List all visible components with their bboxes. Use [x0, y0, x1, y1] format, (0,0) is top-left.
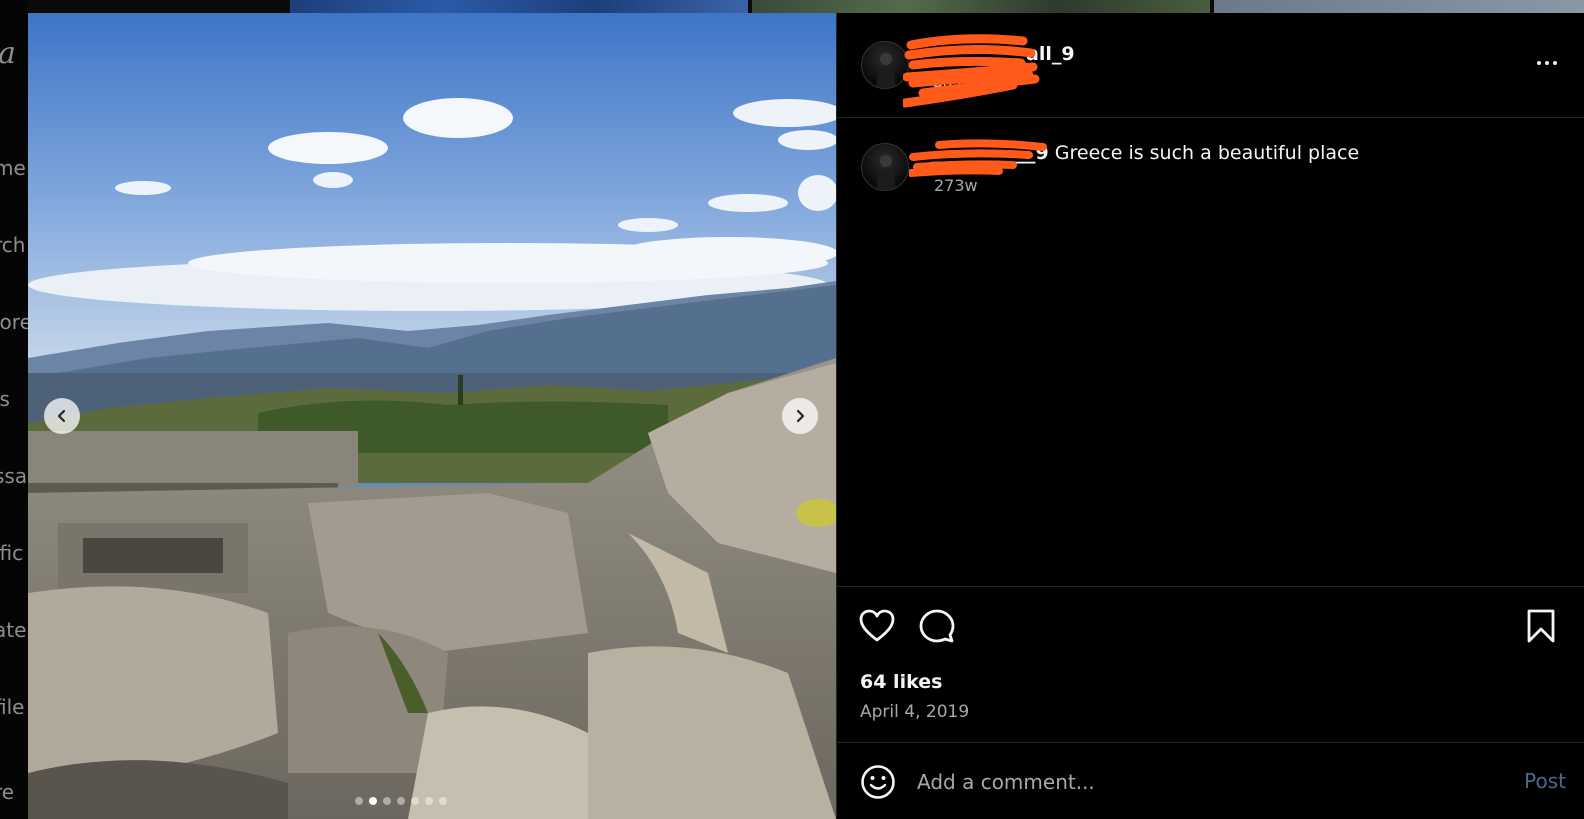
- post-date[interactable]: April 4, 2019: [860, 702, 969, 722]
- caption-username[interactable]: ___________9: [931, 142, 1049, 164]
- profile-photo: [876, 53, 896, 88]
- caption-avatar[interactable]: [861, 143, 909, 191]
- sidebar-item-notifications[interactable]: ific: [0, 541, 23, 565]
- comment-bubble-icon[interactable]: [919, 609, 955, 645]
- sidebar-item-reels[interactable]: ls: [0, 387, 10, 411]
- carousel-indicator: [28, 797, 805, 805]
- comment-input[interactable]: [917, 763, 1477, 801]
- grid-thumbnail: [752, 0, 1210, 13]
- post-actions: 64 likes April 4, 2019: [837, 586, 1584, 742]
- sidebar-item-explore[interactable]: lore: [0, 310, 28, 334]
- more-options-button[interactable]: [1532, 53, 1562, 73]
- carousel-next-button[interactable]: [782, 398, 818, 434]
- carousel-dot: [411, 797, 419, 805]
- carousel-dot: [355, 797, 363, 805]
- emoji-smile-icon[interactable]: [860, 764, 896, 800]
- heart-icon[interactable]: [859, 609, 895, 643]
- more-dot: [1553, 61, 1557, 65]
- sidebar-item-search[interactable]: rch: [0, 233, 25, 257]
- profile-photo: [876, 155, 896, 190]
- carousel-dot: [425, 797, 433, 805]
- post-detail-panel: __________all_9 Greece ___________9 Gree…: [836, 13, 1584, 819]
- caption-body: Greece is such a beautiful place: [1048, 142, 1360, 164]
- carousel-prev-button[interactable]: [44, 398, 80, 434]
- carousel-dot: [397, 797, 405, 805]
- sidebar-item-home[interactable]: me: [0, 156, 26, 180]
- likes-count[interactable]: 64 likes: [860, 671, 942, 693]
- landscape-image: [28, 13, 836, 819]
- carousel-dot: [369, 797, 377, 805]
- carousel-dot: [383, 797, 391, 805]
- post-username[interactable]: __________all_9: [931, 43, 1075, 65]
- caption-text: ___________9 Greece is such a beautiful …: [931, 142, 1359, 164]
- chevron-left-icon: [57, 409, 66, 423]
- more-horizontal-icon: [1537, 61, 1541, 65]
- grid-thumbnail: [28, 0, 286, 13]
- post-comment-button[interactable]: Post: [1524, 769, 1566, 793]
- grid-thumbnail: [290, 0, 748, 13]
- sidebar-nav: a me rch lore ls ssa ific ate file re: [0, 0, 28, 819]
- add-comment-bar: Post: [837, 742, 1584, 819]
- sidebar-item-messages[interactable]: ssa: [0, 464, 27, 488]
- post-photo[interactable]: [28, 13, 836, 819]
- sidebar-item-profile[interactable]: file: [0, 695, 24, 719]
- carousel-dot: [439, 797, 447, 805]
- post-location[interactable]: Greece: [931, 73, 984, 91]
- more-dot: [1545, 61, 1549, 65]
- caption-timestamp[interactable]: 273w: [934, 176, 978, 195]
- sidebar-item-create[interactable]: ate: [0, 618, 26, 642]
- background-grid-strip: [28, 0, 1584, 13]
- chevron-right-icon: [796, 409, 805, 423]
- bookmark-icon[interactable]: [1525, 609, 1557, 643]
- sidebar-item-more[interactable]: re: [0, 780, 14, 804]
- app-logo[interactable]: a: [0, 36, 16, 71]
- post-header: __________all_9 Greece: [837, 13, 1584, 118]
- avatar[interactable]: [861, 41, 909, 89]
- grid-thumbnail: [1214, 0, 1584, 13]
